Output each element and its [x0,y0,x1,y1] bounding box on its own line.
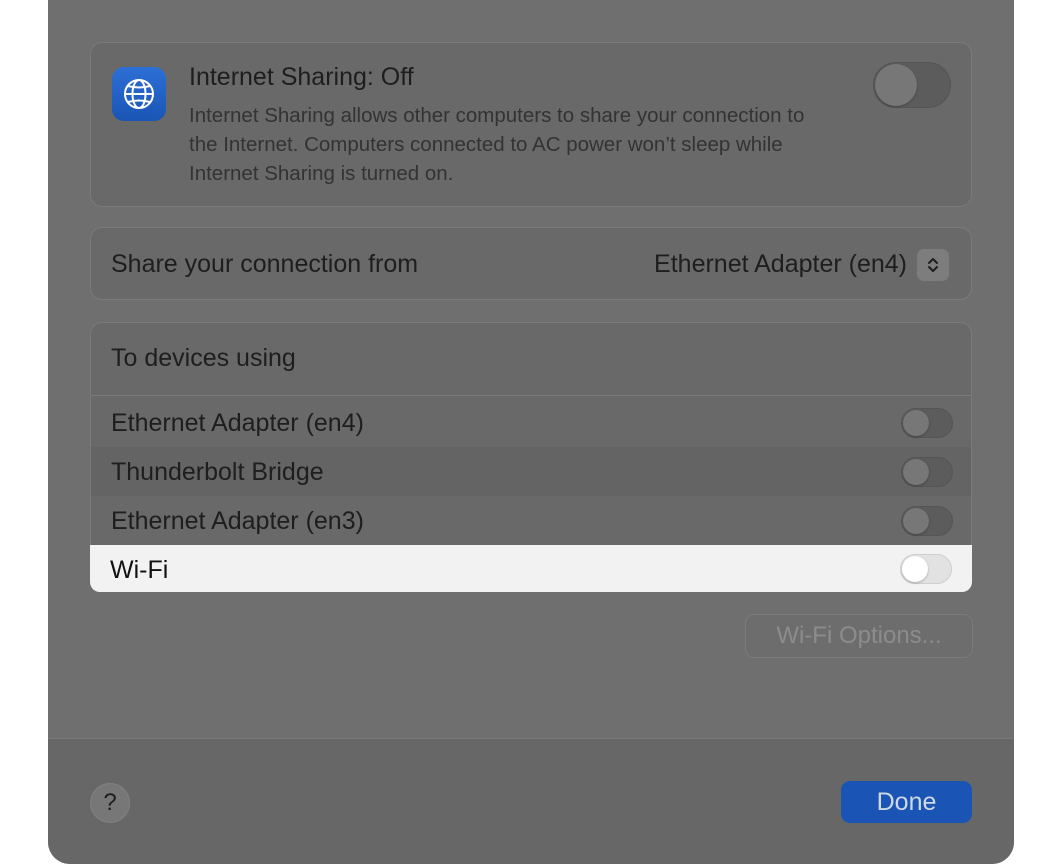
device-row-ethernet-en4: Ethernet Adapter (en4) [91,398,971,447]
device-toggle-wifi[interactable] [900,554,952,584]
toggle-knob [902,556,928,582]
toggle-knob [875,64,917,106]
device-row-thunderbolt-bridge: Thunderbolt Bridge [91,447,971,496]
internet-sharing-title: Internet Sharing: Off [189,63,414,91]
share-from-popup-value[interactable]: Ethernet Adapter (en4) [654,250,907,279]
internet-sharing-sheet: Internet Sharing: Off Internet Sharing a… [48,0,1014,864]
devices-header: To devices using [111,344,296,372]
internet-sharing-description: Internet Sharing allows other computers … [189,104,805,185]
device-label: Thunderbolt Bridge [111,458,324,486]
device-toggle-ethernet-en4[interactable] [901,408,953,438]
footer-bar: ? Done [48,738,1014,864]
divider [91,395,971,396]
wifi-options-button[interactable]: Wi-Fi Options... [745,614,973,658]
internet-sharing-card: Internet Sharing: Off Internet Sharing a… [90,42,972,207]
toggle-knob [903,459,929,485]
device-toggle-thunderbolt-bridge[interactable] [901,457,953,487]
internet-sharing-toggle[interactable] [873,62,951,108]
device-label: Ethernet Adapter (en4) [111,409,364,437]
done-button[interactable]: Done [841,781,972,823]
toggle-knob [903,508,929,534]
device-row-wifi: Wi-Fi [90,545,972,592]
device-label: Wi-Fi [110,556,169,584]
help-button[interactable]: ? [90,783,130,823]
share-from-card: Share your connection from Ethernet Adap… [90,227,972,300]
device-toggle-ethernet-en3[interactable] [901,506,953,536]
popup-chevron-updown-icon[interactable] [917,249,949,281]
share-from-label: Share your connection from [111,250,419,278]
globe-icon [112,67,166,121]
toggle-knob [903,410,929,436]
device-row-ethernet-en3: Ethernet Adapter (en3) [91,496,971,545]
device-label: Ethernet Adapter (en3) [111,507,364,535]
